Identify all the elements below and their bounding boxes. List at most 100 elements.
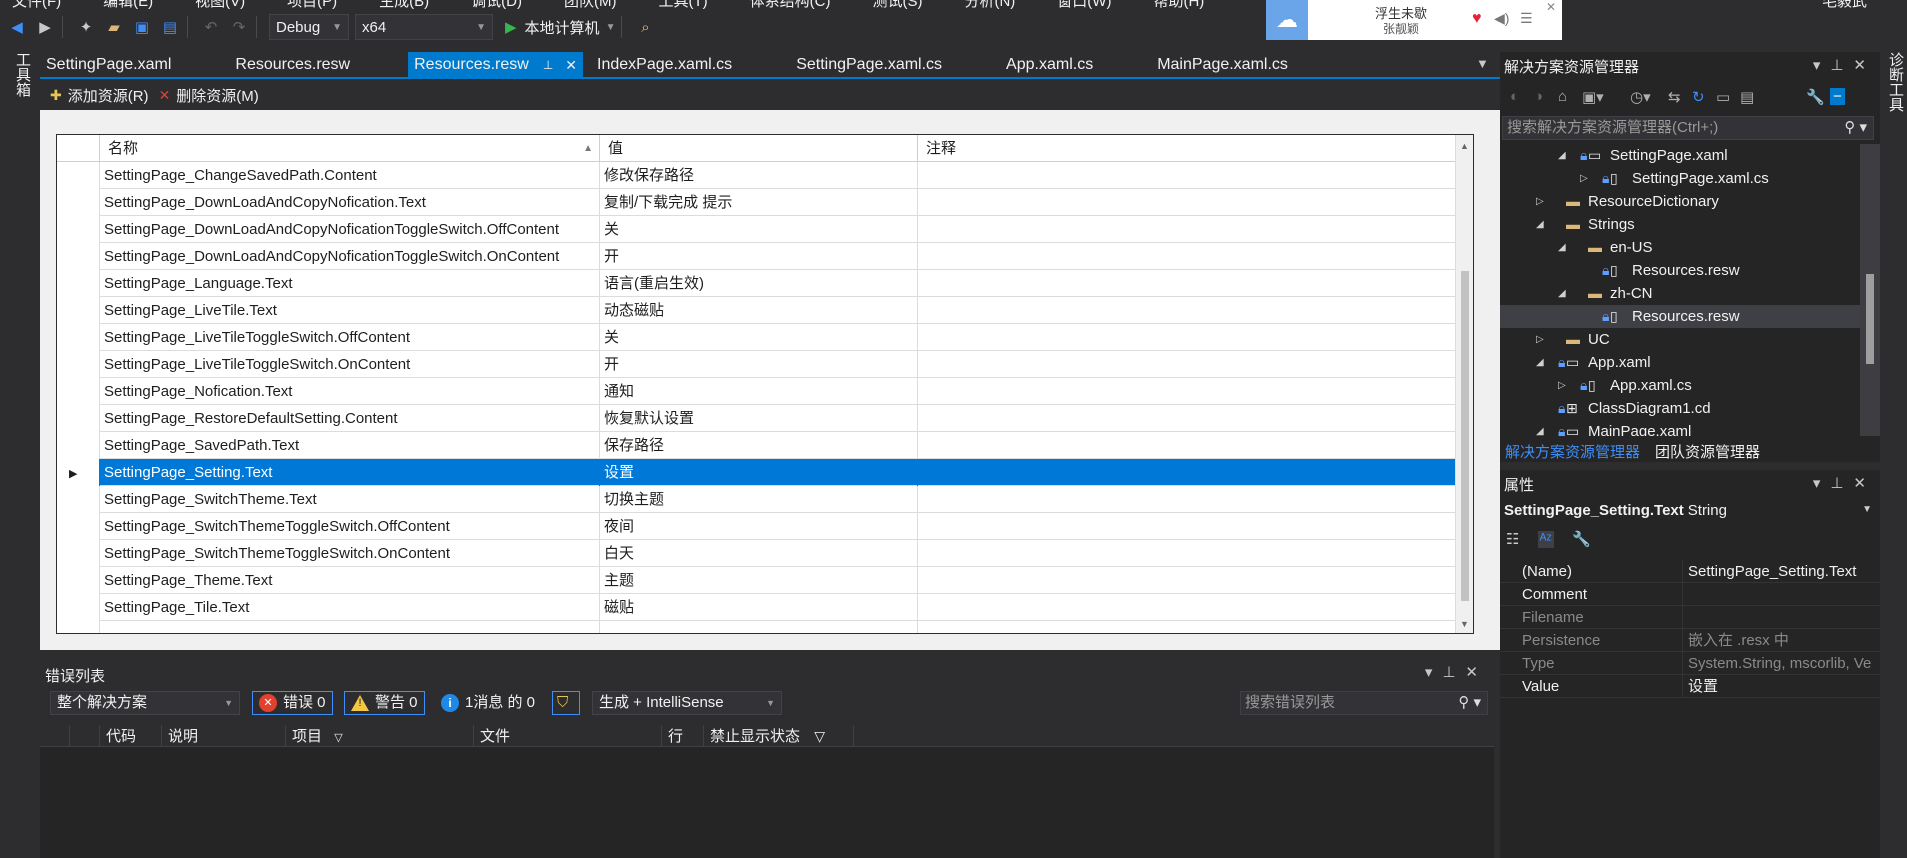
cell-value[interactable]: 动态磁贴 — [600, 297, 918, 324]
run-button[interactable]: ▶ 本地计算机 ▼ — [505, 17, 615, 38]
property-row[interactable]: Comment — [1500, 583, 1880, 606]
cell-value[interactable]: 关 — [600, 324, 918, 351]
cell-value[interactable]: 主题 — [600, 567, 918, 594]
tree-item[interactable]: ▷ 🔒︎ ▯ App.xaml.cs — [1500, 374, 1860, 397]
dropdown-icon[interactable]: ▾ — [1425, 664, 1443, 681]
pin-icon[interactable]: ⊥ — [1442, 664, 1465, 681]
row-header[interactable] — [57, 270, 100, 297]
table-row[interactable]: SettingPage_SwitchThemeToggleSwitch.OnCo… — [57, 540, 1457, 567]
row-header[interactable] — [57, 513, 100, 540]
forward-icon[interactable]: ◑ — [1534, 88, 1543, 105]
tree-item[interactable]: ▷ ▬ ResourceDictionary — [1500, 190, 1860, 213]
cell-value[interactable]: 开 — [600, 351, 918, 378]
property-row[interactable]: Persistence 嵌入在 .resx 中 — [1500, 629, 1880, 652]
remove-resource-button[interactable]: ✕ 删除资源(M) — [159, 85, 259, 106]
document-tab[interactable]: IndexPage.xaml.cs — [591, 52, 738, 78]
tree-item[interactable]: ▷ 🔒︎ ▯ SettingPage.xaml.cs — [1500, 167, 1860, 190]
pin-icon[interactable]: ⊥ — [1830, 57, 1853, 74]
find-icon[interactable]: ⌕ — [634, 16, 656, 38]
column-line[interactable]: 行 — [662, 725, 704, 747]
cell-value[interactable]: 通知 — [600, 378, 918, 405]
messages-filter-button[interactable]: i 1消息 的 0 — [434, 691, 542, 715]
table-row[interactable]: SettingPage_DownLoadAndCopyNofication.Te… — [57, 189, 1457, 216]
save-icon[interactable]: ▣ — [131, 16, 153, 38]
property-value[interactable]: System.String, mscorlib, Ve — [1688, 652, 1878, 675]
table-row[interactable]: SettingPage_Nofication.Text 通知 — [57, 378, 1457, 405]
column-description[interactable]: 说明 — [162, 725, 286, 747]
new-row[interactable] — [57, 621, 1457, 633]
search-icon[interactable]: ⚲ ▾ — [1458, 692, 1481, 714]
filter-icon[interactable]: ▽ — [334, 732, 342, 744]
collapsed-icon[interactable]: ▷ — [1558, 374, 1566, 397]
platform-select[interactable]: x64 ▼ — [355, 14, 493, 40]
volume-icon[interactable]: ◀) — [1494, 10, 1509, 27]
column-project[interactable]: 项目 ▽ — [286, 725, 474, 747]
row-header[interactable] — [57, 324, 100, 351]
close-icon[interactable]: ✕ — [1546, 0, 1556, 14]
property-row[interactable]: Value 设置 — [1500, 675, 1880, 698]
tree-item[interactable]: 🔒︎ ⊞ ClassDiagram1.cd — [1500, 397, 1860, 420]
cell-name[interactable]: SettingPage_Language.Text — [100, 270, 600, 297]
save-all-icon[interactable]: ▤ — [159, 16, 181, 38]
cell-name[interactable]: SettingPage_SwitchTheme.Text — [100, 486, 600, 513]
row-header[interactable]: ▶ — [57, 459, 100, 486]
properties-icon[interactable]: 🔧 — [1806, 88, 1825, 106]
cell-value[interactable]: 设置 — [600, 459, 918, 486]
tab-overflow-icon[interactable]: ▼ — [1476, 56, 1489, 71]
table-row[interactable]: SettingPage_SavedPath.Text 保存路径 — [57, 432, 1457, 459]
property-value[interactable]: 设置 — [1688, 675, 1878, 698]
cell-name[interactable]: SettingPage_LiveTile.Text — [100, 297, 600, 324]
heart-icon[interactable]: ♥ — [1472, 10, 1482, 28]
cell-name[interactable]: SettingPage_RestoreDefaultSetting.Conten… — [100, 405, 600, 432]
collapsed-icon[interactable]: ▷ — [1536, 328, 1544, 351]
grid-scrollbar[interactable]: ▲ ▼ — [1455, 135, 1473, 633]
tab-solution-explorer[interactable]: 解决方案资源管理器 — [1505, 441, 1640, 462]
preview-icon[interactable]: − — [1830, 88, 1845, 105]
row-header[interactable] — [57, 351, 100, 378]
cell-value[interactable]: 恢复默认设置 — [600, 405, 918, 432]
close-icon[interactable]: ✕ — [565, 57, 577, 74]
scroll-up-icon[interactable]: ▲ — [1460, 141, 1469, 151]
refresh-icon[interactable]: ↻ — [1692, 88, 1705, 106]
document-tab[interactable]: SettingPage.xaml — [40, 52, 177, 78]
dropdown-icon[interactable]: ▾ — [1813, 57, 1831, 74]
cell-value[interactable]: 磁贴 — [600, 594, 918, 621]
cell-comment[interactable] — [918, 351, 1457, 378]
cell-comment[interactable] — [918, 540, 1457, 567]
document-tab[interactable]: SettingPage.xaml.cs — [790, 52, 948, 78]
expanded-icon[interactable]: ◢ — [1558, 282, 1566, 305]
menu-item[interactable]: 文件(F) — [12, 0, 61, 10]
tree-item[interactable]: 🔒︎ ▯ Resources.resw — [1500, 305, 1860, 328]
close-icon[interactable]: ✕ — [1853, 475, 1876, 492]
cell-value[interactable]: 保存路径 — [600, 432, 918, 459]
home-icon[interactable]: ⌂ — [1558, 88, 1567, 105]
table-row[interactable]: SettingPage_DownLoadAndCopyNoficationTog… — [57, 243, 1457, 270]
cell-value[interactable]: 夜间 — [600, 513, 918, 540]
row-header[interactable] — [57, 162, 100, 189]
menu-item[interactable]: 视图(V) — [195, 0, 245, 10]
cell-comment[interactable] — [918, 378, 1457, 405]
column-header-value[interactable]: 值 — [600, 135, 918, 162]
tree-item[interactable]: 🔒︎ ▯ Resources.resw — [1500, 259, 1860, 282]
cell-comment[interactable] — [918, 567, 1457, 594]
cell-name[interactable]: SettingPage_DownLoadAndCopyNoficationTog… — [100, 243, 600, 270]
toolbox-tab[interactable]: 工具箱 — [12, 52, 33, 97]
tab-team-explorer[interactable]: 团队资源管理器 — [1655, 441, 1760, 462]
row-header[interactable] — [57, 243, 100, 270]
table-row[interactable]: SettingPage_LiveTileToggleSwitch.OffCont… — [57, 324, 1457, 351]
back-icon[interactable]: ◐ — [1510, 88, 1519, 105]
expanded-icon[interactable]: ◢ — [1536, 420, 1544, 436]
menu-item[interactable]: 工具(T) — [658, 0, 707, 10]
cell-comment[interactable] — [918, 459, 1457, 486]
menu-item[interactable]: 项目(P) — [287, 0, 337, 10]
cell-comment[interactable] — [918, 513, 1457, 540]
undo-icon[interactable]: ↶ — [200, 16, 222, 38]
row-header[interactable] — [57, 594, 100, 621]
menu-item[interactable]: 编辑(E) — [103, 0, 153, 10]
cell-value[interactable]: 语言(重启生效) — [600, 270, 918, 297]
document-tab[interactable]: MainPage.xaml.cs — [1151, 52, 1294, 78]
menu-item[interactable]: 分析(N) — [964, 0, 1015, 10]
filter-toggle-button[interactable]: ⛉ — [552, 691, 580, 715]
pending-changes-icon[interactable]: ◷▾ — [1630, 88, 1651, 106]
cell-value[interactable]: 关 — [600, 216, 918, 243]
